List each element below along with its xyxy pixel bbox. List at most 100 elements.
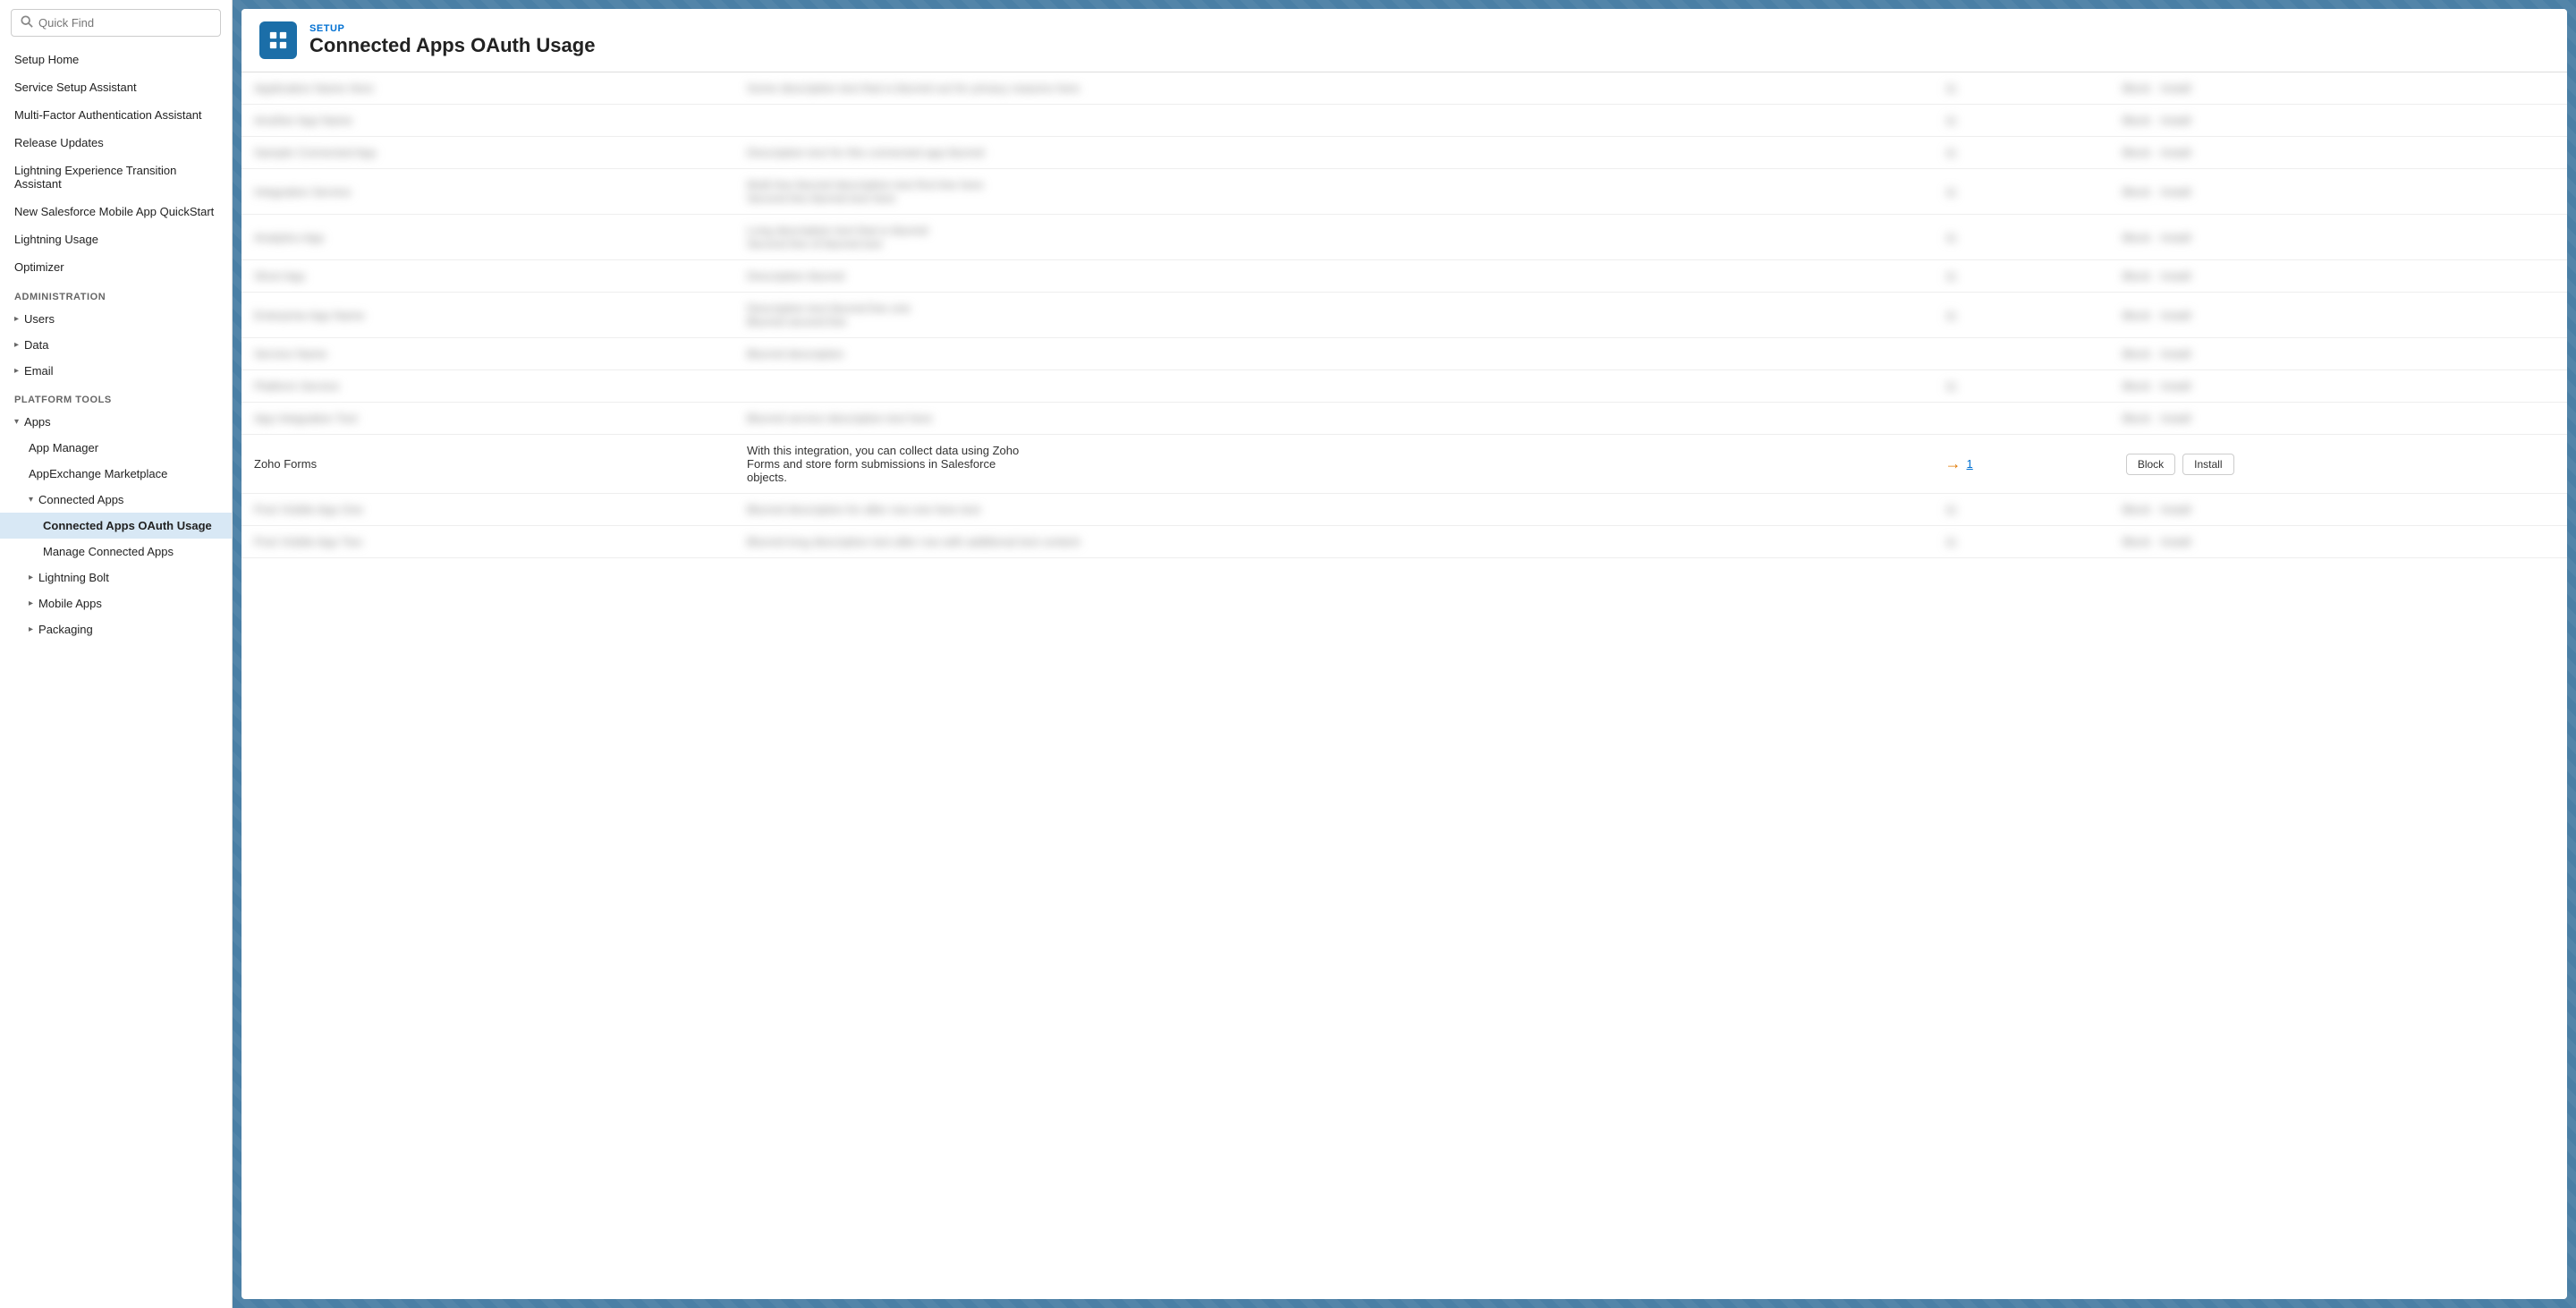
cell-name: Short App bbox=[242, 260, 734, 293]
sidebar-item-lightning-transition[interactable]: Lightning Experience Transition Assistan… bbox=[0, 157, 232, 198]
content-area: Application Name Here Some description t… bbox=[242, 72, 2567, 1299]
arrow-right-icon: → bbox=[1945, 454, 1962, 473]
cell-desc bbox=[734, 370, 1933, 403]
sidebar-group-email[interactable]: Email bbox=[0, 358, 232, 384]
cell-desc: Blurred description for after row one he… bbox=[734, 494, 1933, 526]
sidebar-group-mobile-apps[interactable]: Mobile Apps bbox=[0, 590, 232, 616]
table-row: Enterprise App Name Description text blu… bbox=[242, 293, 2567, 338]
cell-name: Platform Service bbox=[242, 370, 734, 403]
cell-actions: Block Install bbox=[2110, 72, 2567, 105]
cell-name: Post Visible App One bbox=[242, 494, 734, 526]
chevron-users-icon bbox=[14, 314, 19, 324]
oauth-table: Application Name Here Some description t… bbox=[242, 72, 2567, 558]
sidebar-group-packaging[interactable]: Packaging bbox=[0, 616, 232, 642]
page-header: SETUP Connected Apps OAuth Usage bbox=[242, 9, 2567, 72]
chevron-connected-apps-icon bbox=[29, 495, 33, 505]
sidebar-item-setup-home[interactable]: Setup Home bbox=[0, 46, 232, 73]
sidebar-item-release-updates[interactable]: Release Updates bbox=[0, 129, 232, 157]
cell-actions: Block Install bbox=[2110, 215, 2567, 260]
sidebar-item-new-sf-mobile[interactable]: New Salesforce Mobile App QuickStart bbox=[0, 198, 232, 225]
cell-actions: Block Install bbox=[2110, 137, 2567, 169]
cell-users: 11 bbox=[1933, 494, 2110, 526]
sidebar-group-connected-apps-label: Connected Apps bbox=[38, 493, 123, 506]
sidebar-item-lightning-bolt-label: Lightning Bolt bbox=[38, 571, 109, 584]
block-button[interactable]: Block bbox=[2126, 454, 2175, 475]
header-text: SETUP Connected Apps OAuth Usage bbox=[309, 23, 595, 57]
cell-desc: Blurred long description text after row … bbox=[734, 526, 1933, 558]
sidebar-group-email-label: Email bbox=[24, 364, 54, 378]
main-content: SETUP Connected Apps OAuth Usage Applica… bbox=[233, 0, 2576, 1308]
chevron-apps-icon bbox=[14, 417, 19, 427]
table-row: Short App Description blurred 11 Block I… bbox=[242, 260, 2567, 293]
zoho-forms-users: → 1 bbox=[1933, 435, 2110, 494]
sidebar-item-optimizer[interactable]: Optimizer bbox=[0, 253, 232, 281]
zoho-forms-description: With this integration, you can collect d… bbox=[734, 435, 1933, 494]
sidebar-group-users-label: Users bbox=[24, 312, 55, 326]
zoho-forms-actions: Block Install bbox=[2110, 435, 2567, 494]
table-row: Another App Name 11 Block Install bbox=[242, 105, 2567, 137]
cell-actions: Block Install bbox=[2110, 403, 2567, 435]
cell-name: App Integration Tool bbox=[242, 403, 734, 435]
cell-actions: Block Install bbox=[2110, 494, 2567, 526]
sidebar-item-mobile-apps-label: Mobile Apps bbox=[38, 597, 102, 610]
table-row: Application Name Here Some description t… bbox=[242, 72, 2567, 105]
content-wrapper: SETUP Connected Apps OAuth Usage Applica… bbox=[242, 9, 2567, 1299]
cell-users: 11 bbox=[1933, 215, 2110, 260]
cell-name: Sample Connected App bbox=[242, 137, 734, 169]
sidebar-item-manage-connected-apps[interactable]: Manage Connected Apps bbox=[0, 539, 232, 565]
sidebar-item-connected-apps-oauth[interactable]: Connected Apps OAuth Usage bbox=[0, 513, 232, 539]
search-box[interactable] bbox=[11, 9, 221, 37]
table-row: Post Visible App One Blurred description… bbox=[242, 494, 2567, 526]
table-row: Post Visible App Two Blurred long descri… bbox=[242, 526, 2567, 558]
sidebar-group-lightning-bolt[interactable]: Lightning Bolt bbox=[0, 565, 232, 590]
sidebar-item-app-manager[interactable]: App Manager bbox=[0, 435, 232, 461]
section-label-platform-tools: PLATFORM TOOLS bbox=[0, 384, 232, 409]
zoho-forms-row: Zoho Forms With this integration, you ca… bbox=[242, 435, 2567, 494]
sidebar-group-apps-label: Apps bbox=[24, 415, 51, 429]
chevron-lightning-bolt-icon bbox=[29, 573, 33, 582]
cell-desc: Description text blurred line oneBlurred… bbox=[734, 293, 1933, 338]
cell-users: 11 bbox=[1933, 370, 2110, 403]
sidebar-item-mfa[interactable]: Multi-Factor Authentication Assistant bbox=[0, 101, 232, 129]
sidebar-item-packaging-label: Packaging bbox=[38, 623, 93, 636]
sidebar-group-users[interactable]: Users bbox=[0, 306, 232, 332]
cell-name: Service Name bbox=[242, 338, 734, 370]
setup-label: SETUP bbox=[309, 23, 595, 34]
cell-desc: Some description text that is blurred ou… bbox=[734, 72, 1933, 105]
sidebar-group-data[interactable]: Data bbox=[0, 332, 232, 358]
sidebar-item-service-setup[interactable]: Service Setup Assistant bbox=[0, 73, 232, 101]
cell-users bbox=[1933, 403, 2110, 435]
cell-actions: Block Install bbox=[2110, 338, 2567, 370]
sidebar-group-apps[interactable]: Apps bbox=[0, 409, 232, 435]
chevron-data-icon bbox=[14, 340, 19, 350]
zoho-forms-name: Zoho Forms bbox=[242, 435, 734, 494]
table-row: Platform Service 11 Block Install bbox=[242, 370, 2567, 403]
cell-name: Another App Name bbox=[242, 105, 734, 137]
cell-users bbox=[1933, 338, 2110, 370]
search-input[interactable] bbox=[38, 16, 211, 30]
table-row: Analytics App Long description text that… bbox=[242, 215, 2567, 260]
cell-users: 11 bbox=[1933, 526, 2110, 558]
sidebar-item-appexchange[interactable]: AppExchange Marketplace bbox=[0, 461, 232, 487]
cell-users: 11 bbox=[1933, 260, 2110, 293]
sidebar-group-connected-apps[interactable]: Connected Apps bbox=[0, 487, 232, 513]
cell-desc: Blurred description bbox=[734, 338, 1933, 370]
section-label-administration: ADMINISTRATION bbox=[0, 281, 232, 306]
cell-actions: Block Install bbox=[2110, 526, 2567, 558]
header-icon bbox=[259, 21, 297, 59]
cell-actions: Block Install bbox=[2110, 293, 2567, 338]
sidebar-item-lightning-usage[interactable]: Lightning Usage bbox=[0, 225, 232, 253]
install-button[interactable]: Install bbox=[2182, 454, 2233, 475]
sidebar: Setup Home Service Setup Assistant Multi… bbox=[0, 0, 233, 1308]
cell-actions: Block Install bbox=[2110, 105, 2567, 137]
cell-desc: Blurred service description text here bbox=[734, 403, 1933, 435]
cell-users: 11 bbox=[1933, 137, 2110, 169]
cell-actions: Block Install bbox=[2110, 370, 2567, 403]
cell-users: 11 bbox=[1933, 293, 2110, 338]
cell-name: Application Name Here bbox=[242, 72, 734, 105]
users-count-link[interactable]: 1 bbox=[1967, 457, 1973, 471]
chevron-mobile-apps-icon bbox=[29, 599, 33, 608]
cell-actions: Block Install bbox=[2110, 169, 2567, 215]
cell-name: Integration Service bbox=[242, 169, 734, 215]
table-row: Service Name Blurred description Block I… bbox=[242, 338, 2567, 370]
